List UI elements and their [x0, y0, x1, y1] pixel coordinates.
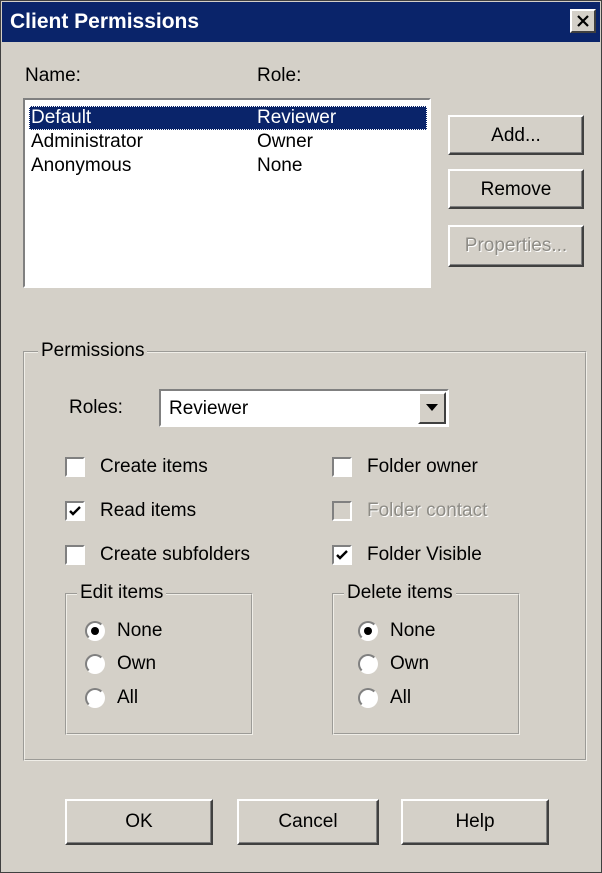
name-column-header: Name:	[25, 65, 81, 86]
client-list[interactable]: Default Reviewer Administrator Owner Ano…	[23, 98, 431, 288]
edit-all-label: All	[117, 687, 139, 708]
cancel-button[interactable]: Cancel	[237, 799, 379, 845]
title-bar: Client Permissions	[2, 2, 600, 42]
permissions-group-label: Permissions	[38, 340, 148, 362]
help-button[interactable]: Help	[401, 799, 549, 845]
read-items-label: Read items	[100, 500, 197, 521]
roles-dropdown-button[interactable]	[418, 392, 446, 424]
edit-none-label: None	[117, 620, 163, 641]
remove-button-label: Remove	[480, 179, 552, 200]
edit-own-label: Own	[117, 653, 157, 674]
edit-all-radio[interactable]	[85, 688, 105, 708]
create-subfolders-checkbox[interactable]	[65, 545, 85, 565]
folder-owner-checkbox[interactable]	[332, 457, 352, 477]
delete-all-radio[interactable]	[358, 688, 378, 708]
ok-button-label: OK	[125, 811, 153, 832]
delete-none-radio[interactable]	[358, 621, 378, 641]
list-item-anonymous[interactable]: Anonymous None	[29, 154, 427, 178]
help-button-label: Help	[455, 811, 495, 832]
create-items-label: Create items	[100, 456, 208, 477]
read-items-checkbox[interactable]	[65, 501, 85, 521]
delete-own-radio[interactable]	[358, 654, 378, 674]
cancel-button-label: Cancel	[278, 811, 338, 832]
delete-own-label: Own	[390, 653, 430, 674]
roles-label: Roles:	[69, 397, 123, 418]
add-button[interactable]: Add...	[448, 115, 584, 155]
folder-visible-checkbox[interactable]	[332, 545, 352, 565]
radio-dot	[364, 627, 372, 635]
list-item-name: Administrator	[31, 131, 143, 152]
list-item-role: Reviewer	[257, 107, 337, 128]
folder-visible-label: Folder Visible	[367, 544, 482, 565]
radio-dot	[91, 627, 99, 635]
folder-owner-label: Folder owner	[367, 456, 478, 477]
list-item-name: Default	[31, 107, 92, 128]
properties-button: Properties...	[448, 225, 584, 267]
properties-button-label: Properties...	[464, 235, 568, 256]
close-icon	[577, 15, 589, 27]
checkmark-icon	[69, 506, 81, 516]
window-title: Client Permissions	[10, 10, 200, 33]
create-subfolders-label: Create subfolders	[100, 544, 250, 565]
folder-contact-checkbox	[332, 501, 352, 521]
list-item-name: Anonymous	[31, 155, 132, 176]
chevron-down-icon	[426, 404, 438, 411]
list-item-role: Owner	[257, 131, 313, 152]
ok-button[interactable]: OK	[65, 799, 213, 845]
folder-contact-label: Folder contact	[367, 500, 488, 521]
remove-button[interactable]: Remove	[448, 169, 584, 209]
close-button[interactable]	[570, 9, 596, 33]
checkmark-icon	[336, 550, 348, 560]
edit-items-group-label: Edit items	[77, 582, 167, 604]
delete-none-label: None	[390, 620, 436, 641]
client-permissions-dialog: Client Permissions Name: Role: Default R…	[0, 0, 602, 873]
create-items-checkbox[interactable]	[65, 457, 85, 477]
list-item-role: None	[257, 155, 303, 176]
add-button-label: Add...	[491, 125, 541, 146]
roles-dropdown-value: Reviewer	[169, 398, 249, 419]
delete-items-group-label: Delete items	[344, 582, 456, 604]
list-item-administrator[interactable]: Administrator Owner	[29, 130, 427, 154]
edit-own-radio[interactable]	[85, 654, 105, 674]
edit-none-radio[interactable]	[85, 621, 105, 641]
roles-dropdown[interactable]: Reviewer	[159, 389, 449, 427]
delete-all-label: All	[390, 687, 412, 708]
role-column-header: Role:	[257, 65, 302, 86]
list-item-default[interactable]: Default Reviewer	[29, 106, 427, 130]
